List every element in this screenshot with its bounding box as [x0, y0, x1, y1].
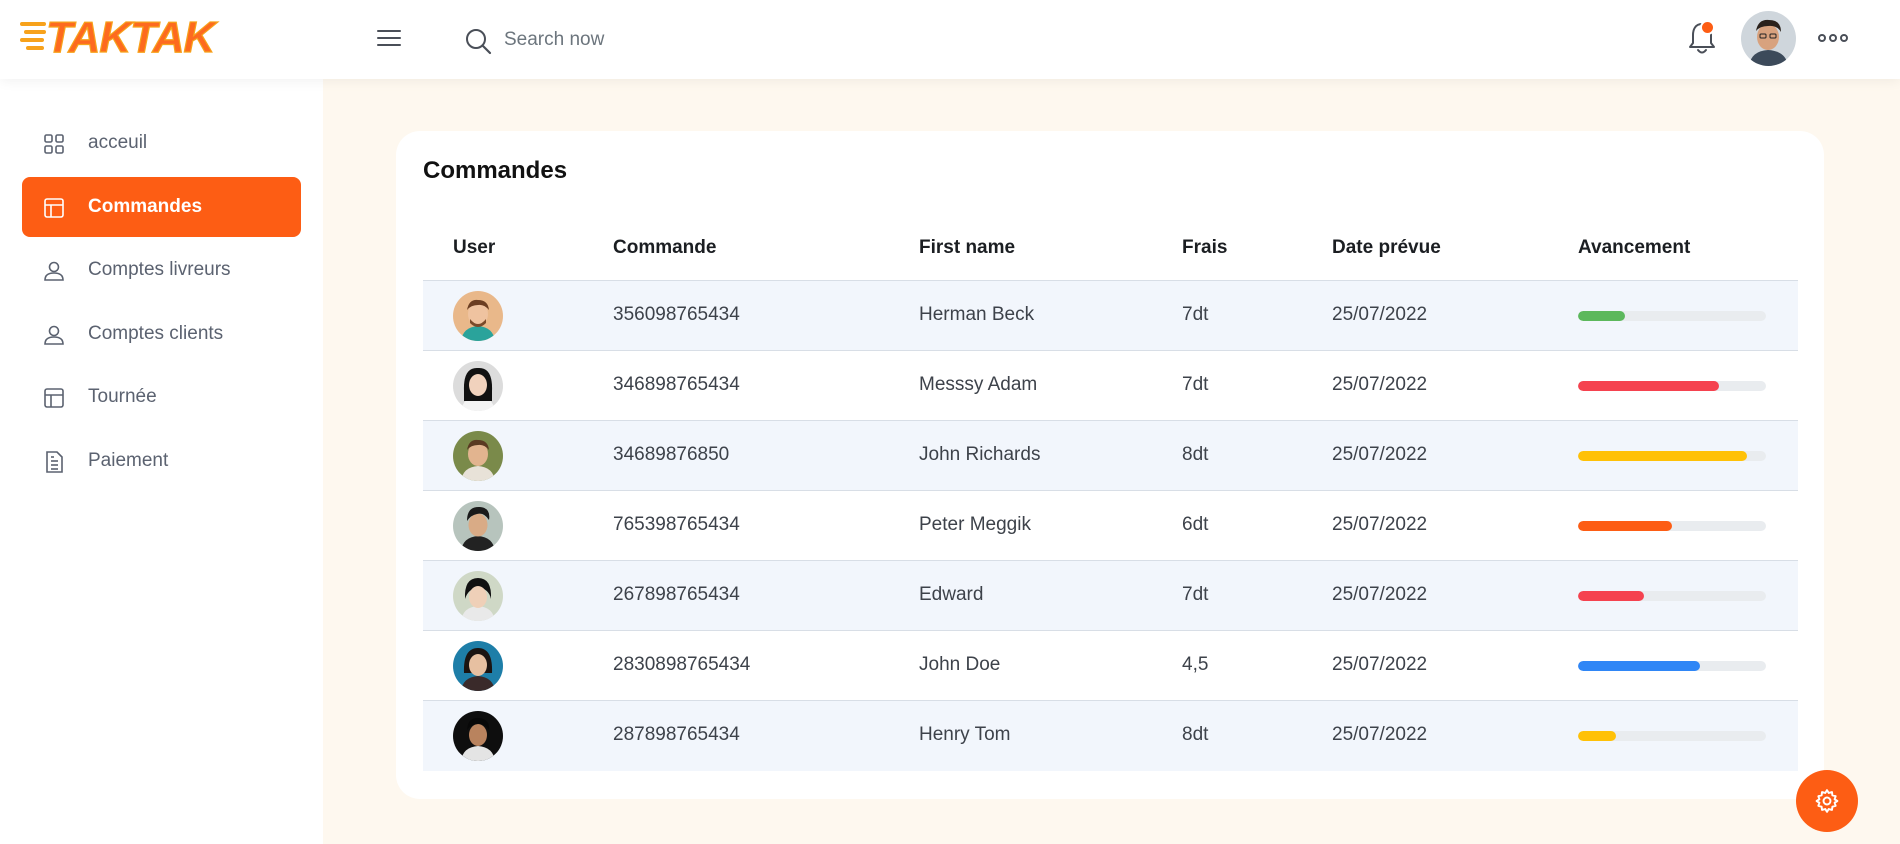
- cell-commande: 267898765434: [613, 584, 740, 605]
- settings-gear-icon: [1815, 789, 1839, 813]
- notification-badge: [1700, 20, 1715, 35]
- top-header: TAKTAK: [0, 0, 1900, 79]
- user-avatar[interactable]: [1741, 11, 1796, 66]
- table-row[interactable]: 356098765434 Herman Beck 7dt 25/07/2022: [423, 281, 1798, 351]
- progress-bar: [1578, 381, 1766, 391]
- cell-date: 25/07/2022: [1332, 514, 1428, 535]
- column-header-avancement[interactable]: Avancement: [1578, 237, 1690, 259]
- progress-fill: [1578, 311, 1625, 321]
- layout-icon: [44, 388, 64, 408]
- column-header-user[interactable]: User: [453, 237, 495, 259]
- cell-commande: 2830898765434: [613, 654, 751, 675]
- progress-bar: [1578, 731, 1766, 741]
- progress-bar: [1578, 311, 1766, 321]
- cell-frais: 6dt: [1182, 514, 1209, 535]
- sidebar-item-comptes-livreurs[interactable]: Comptes livreurs: [22, 240, 301, 300]
- search-icon[interactable]: [463, 26, 493, 56]
- more-options-icon[interactable]: [1818, 30, 1848, 46]
- sidebar: acceuil Commandes Comptes livreurs Compt…: [0, 79, 323, 844]
- table-row[interactable]: 34689876850 John Richards 8dt 25/07/2022: [423, 421, 1798, 491]
- taktak-logo[interactable]: TAKTAK: [20, 14, 232, 58]
- settings-fab-button[interactable]: [1796, 770, 1858, 832]
- cell-date: 25/07/2022: [1332, 584, 1428, 605]
- cell-commande: 287898765434: [613, 724, 740, 745]
- table-row[interactable]: 2830898765434 John Doe 4,5 25/07/2022: [423, 631, 1798, 701]
- cell-date: 25/07/2022: [1332, 444, 1428, 465]
- cell-commande: 356098765434: [613, 304, 740, 325]
- layout-icon: [44, 198, 64, 218]
- progress-bar: [1578, 591, 1766, 601]
- cell-commande: 765398765434: [613, 514, 740, 535]
- cell-first-name: Herman Beck: [919, 304, 1035, 325]
- logo-text: TAKTAK: [46, 14, 219, 58]
- menu-icon[interactable]: [374, 26, 404, 52]
- progress-bar: [1578, 661, 1766, 671]
- cell-first-name: John Richards: [919, 444, 1041, 465]
- cell-commande: 346898765434: [613, 374, 740, 395]
- orders-card: Commandes User Commande First name Frais…: [396, 131, 1824, 799]
- cell-first-name: Henry Tom: [919, 724, 1011, 745]
- table-header: User Commande First name Frais Date prév…: [423, 217, 1798, 281]
- avatar: [453, 501, 503, 551]
- cell-first-name: Messsy Adam: [919, 374, 1038, 395]
- table-row[interactable]: 287898765434 Henry Tom 8dt 25/07/2022: [423, 701, 1798, 771]
- cell-first-name: Edward: [919, 584, 984, 605]
- cell-date: 25/07/2022: [1332, 654, 1428, 675]
- avatar: [453, 431, 503, 481]
- progress-fill: [1578, 451, 1748, 461]
- page-title: Commandes: [423, 157, 568, 184]
- sidebar-item-commandes[interactable]: Commandes: [22, 177, 301, 237]
- search-input[interactable]: [504, 24, 864, 56]
- sidebar-item-tournee[interactable]: Tournée: [22, 367, 301, 427]
- grid-icon: [44, 134, 64, 154]
- cell-frais: 8dt: [1182, 444, 1209, 465]
- table-row[interactable]: 346898765434 Messsy Adam 7dt 25/07/2022: [423, 351, 1798, 421]
- cell-first-name: Peter Meggik: [919, 514, 1031, 535]
- cell-frais: 7dt: [1182, 304, 1209, 325]
- cell-frais: 7dt: [1182, 584, 1209, 605]
- cell-frais: 7dt: [1182, 374, 1209, 395]
- sidebar-item-label: Paiement: [88, 450, 169, 471]
- sidebar-item-comptes-clients[interactable]: Comptes clients: [22, 304, 301, 364]
- sidebar-item-label: Tournée: [88, 386, 157, 407]
- cell-date: 25/07/2022: [1332, 724, 1428, 745]
- cell-first-name: John Doe: [919, 654, 1001, 675]
- column-header-frais[interactable]: Frais: [1182, 237, 1227, 259]
- table-row[interactable]: 765398765434 Peter Meggik 6dt 25/07/2022: [423, 491, 1798, 561]
- progress-fill: [1578, 731, 1616, 741]
- cell-date: 25/07/2022: [1332, 304, 1428, 325]
- user-icon: [44, 325, 64, 345]
- cell-frais: 8dt: [1182, 724, 1209, 745]
- sidebar-item-label: Comptes clients: [88, 323, 224, 344]
- search-bar: [460, 22, 880, 58]
- progress-fill: [1578, 521, 1672, 531]
- column-header-first-name[interactable]: First name: [919, 237, 1015, 259]
- progress-fill: [1578, 661, 1701, 671]
- main-content: Commandes User Commande First name Frais…: [323, 79, 1900, 844]
- column-header-date[interactable]: Date prévue: [1332, 237, 1441, 259]
- sidebar-item-label: Commandes: [88, 196, 203, 217]
- user-icon: [44, 261, 64, 281]
- cell-commande: 34689876850: [613, 444, 730, 465]
- table-row[interactable]: 267898765434 Edward 7dt 25/07/2022: [423, 561, 1798, 631]
- avatar: [453, 711, 503, 761]
- avatar: [453, 641, 503, 691]
- orders-table: User Commande First name Frais Date prév…: [423, 217, 1798, 771]
- sidebar-item-paiement[interactable]: Paiement: [22, 431, 301, 491]
- progress-fill: [1578, 381, 1719, 391]
- avatar: [453, 571, 503, 621]
- avatar: [453, 291, 503, 341]
- document-icon: [46, 451, 63, 473]
- column-header-commande[interactable]: Commande: [613, 237, 716, 259]
- cell-date: 25/07/2022: [1332, 374, 1428, 395]
- progress-fill: [1578, 591, 1644, 601]
- avatar: [453, 361, 503, 411]
- progress-bar: [1578, 521, 1766, 531]
- cell-frais: 4,5: [1182, 654, 1209, 675]
- progress-bar: [1578, 451, 1766, 461]
- sidebar-item-label: Comptes livreurs: [88, 259, 231, 280]
- sidebar-item-label: acceuil: [88, 132, 148, 153]
- sidebar-item-acceuil[interactable]: acceuil: [22, 113, 301, 173]
